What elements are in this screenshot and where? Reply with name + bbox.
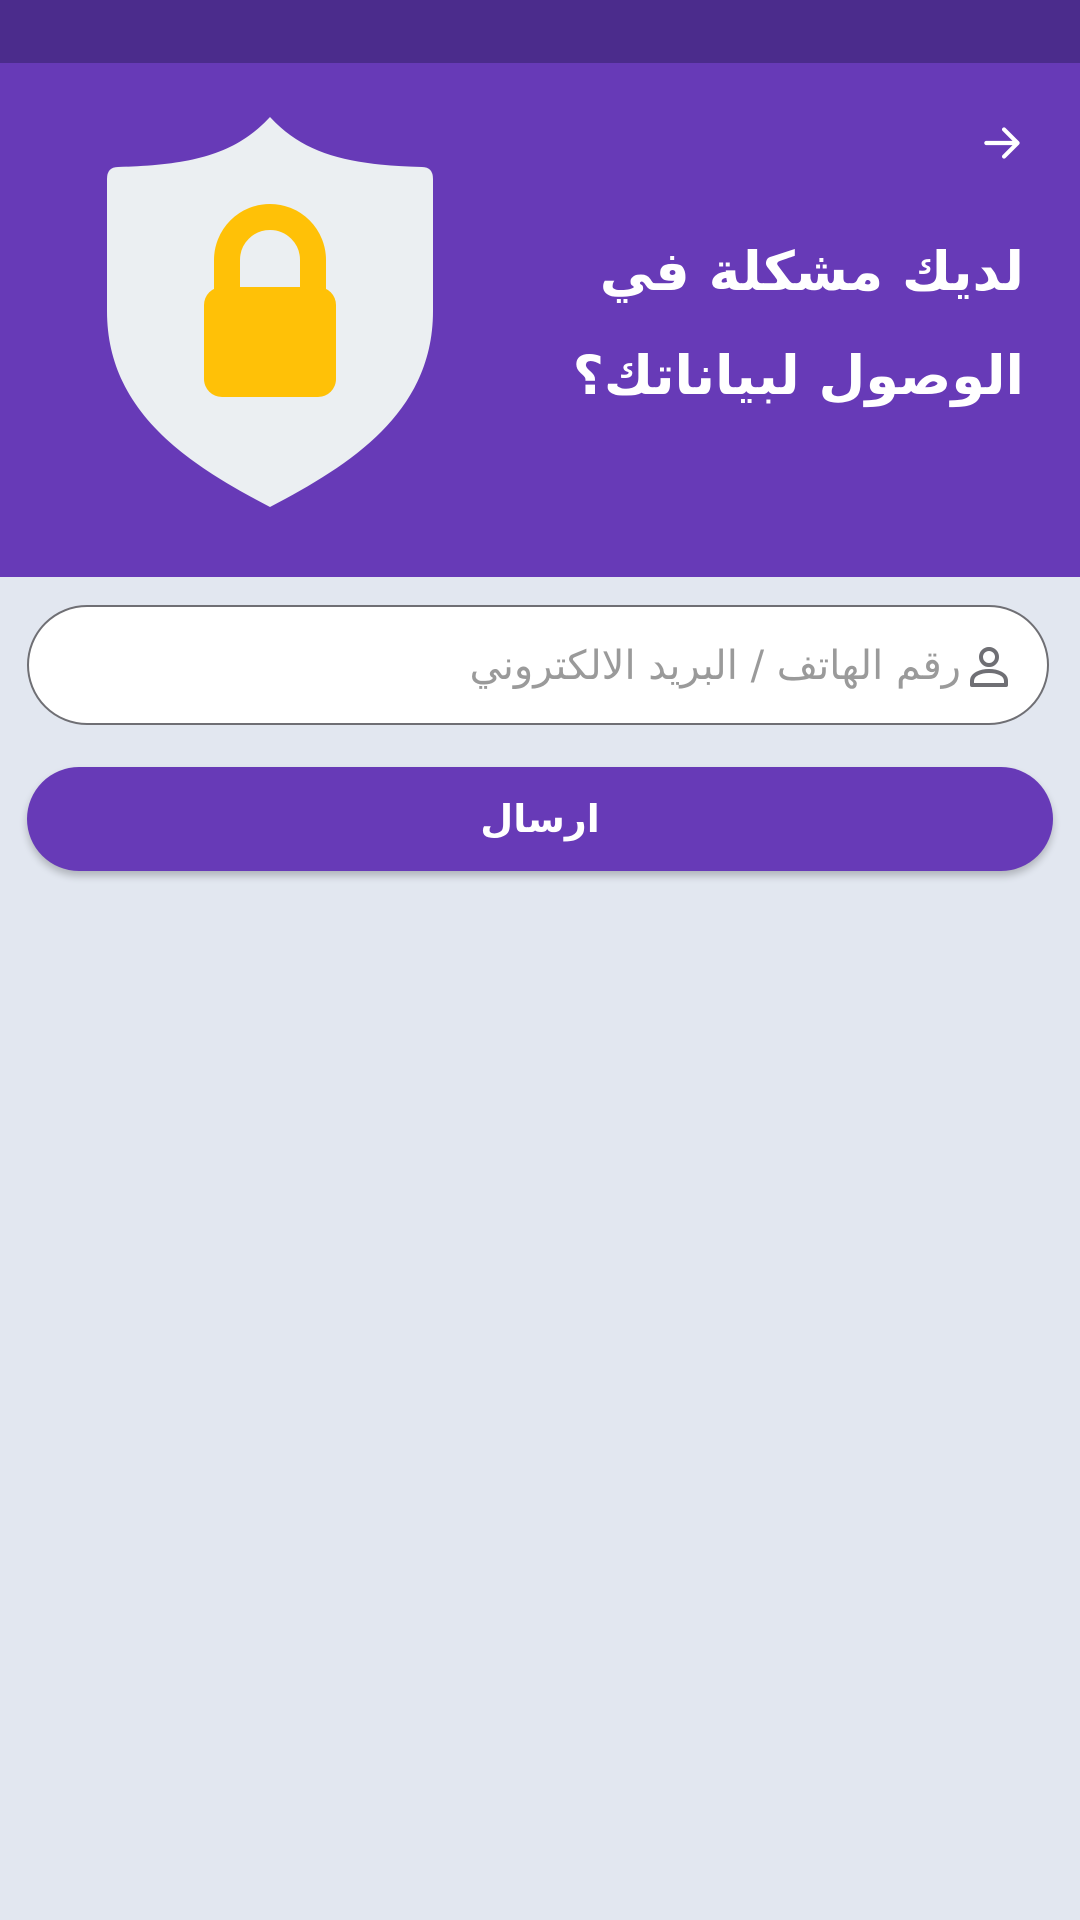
identifier-field[interactable]	[27, 605, 1049, 725]
shield-lock-icon	[107, 117, 433, 507]
identifier-input[interactable]	[69, 607, 963, 725]
arrow-right-icon	[984, 127, 1020, 159]
submit-button[interactable]: ارسال	[27, 767, 1053, 871]
back-button[interactable]	[972, 112, 1034, 174]
title-line-1: لديك مشكلة في	[599, 240, 1024, 303]
page-title: لديك مشكلة في الوصول لبياناتك؟	[504, 220, 1024, 428]
lock-body	[204, 287, 336, 397]
status-bar	[0, 0, 1080, 63]
user-icon	[970, 647, 1008, 687]
shield-lock-illustration	[100, 115, 440, 510]
submit-button-label: ارسال	[480, 797, 600, 841]
title-line-2: الوصول لبياناتك؟	[572, 344, 1024, 407]
